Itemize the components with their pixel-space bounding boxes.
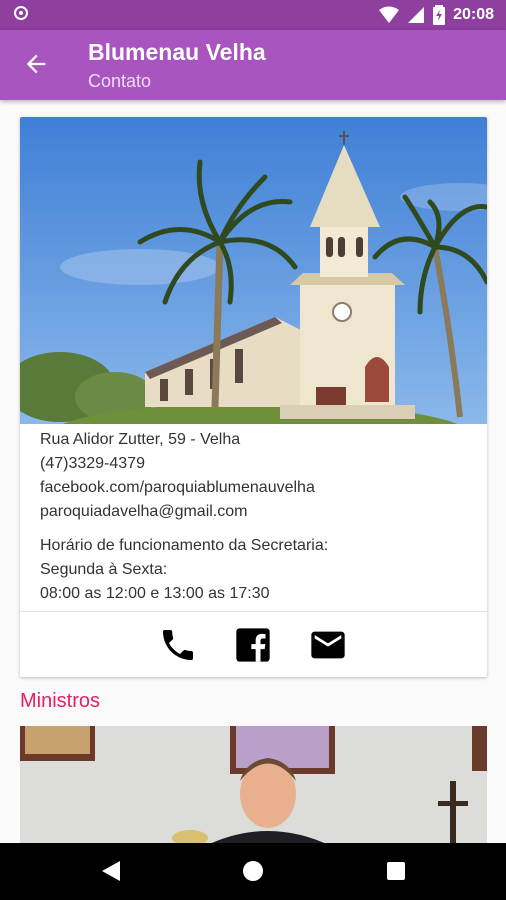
- facebook-icon[interactable]: [233, 625, 273, 665]
- status-bar: 20:08: [0, 0, 506, 30]
- notification-icon: [14, 6, 28, 20]
- battery-icon: [433, 5, 446, 25]
- minister-photo[interactable]: [20, 726, 487, 846]
- back-triangle-icon[interactable]: [100, 860, 122, 882]
- app-bar: Blumenau Velha Contato: [0, 30, 506, 100]
- email-icon[interactable]: [308, 625, 348, 665]
- ministers-section-title: Ministros: [20, 690, 101, 712]
- hours-title: Horário de funcionamento da Secretaria:: [40, 537, 329, 554]
- recents-square-icon[interactable]: [385, 860, 407, 882]
- system-nav-bar: [0, 843, 506, 900]
- hours-times: 08:00 as 12:00 e 13:00 as 17:30: [40, 585, 270, 602]
- minister-photo-image: [20, 726, 487, 846]
- email-text: paroquiadavelha@gmail.com: [40, 503, 248, 520]
- wifi-icon: [379, 6, 400, 23]
- address-text: Rua Alidor Zutter, 59 - Velha: [40, 431, 241, 448]
- clock: 20:08: [453, 6, 494, 23]
- hours-days: Segunda à Sexta:: [40, 561, 168, 578]
- phone-text: (47)3329-4379: [40, 455, 145, 472]
- signal-icon: [408, 7, 425, 23]
- contact-info: Rua Alidor Zutter, 59 - Velha (47)3329-4…: [40, 428, 328, 606]
- facebook-text: facebook.com/paroquiablumenauvelha: [40, 479, 315, 496]
- home-circle-icon[interactable]: [242, 860, 264, 882]
- phone-icon[interactable]: [158, 625, 198, 665]
- contact-card: Rua Alidor Zutter, 59 - Velha (47)3329-4…: [20, 117, 487, 677]
- page-subtitle: Contato: [88, 71, 152, 91]
- page-title: Blumenau Velha: [88, 39, 266, 65]
- status-icons: 20:08: [379, 5, 494, 25]
- church-photo: [20, 117, 487, 424]
- divider: [20, 611, 487, 612]
- arrow-left-icon[interactable]: [22, 50, 50, 78]
- contact-actions: [20, 617, 487, 669]
